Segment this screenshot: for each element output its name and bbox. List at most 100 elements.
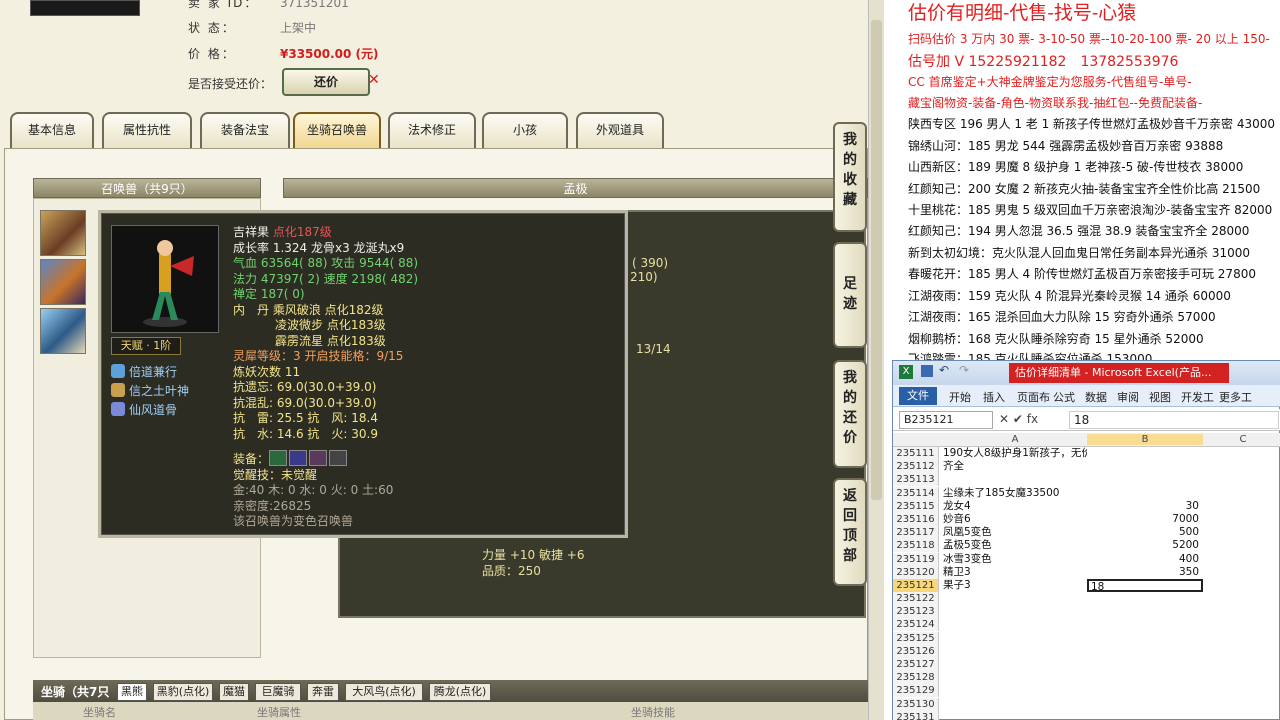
row-number[interactable]: 235111 <box>893 447 939 460</box>
tab-spell-mods[interactable]: 法术修正 <box>388 112 476 148</box>
cell-a[interactable]: 龙女4 <box>943 500 1087 513</box>
cell-b[interactable]: 500 <box>1087 526 1203 539</box>
mount-tab[interactable]: 黑熊 <box>117 683 147 701</box>
undo-icon[interactable]: ↶ <box>939 363 949 377</box>
tab-attributes[interactable]: 属性抗性 <box>102 112 192 148</box>
tab-children[interactable]: 小孩 <box>482 112 568 148</box>
vertical-scrollbar[interactable] <box>868 0 884 720</box>
formula-controls-icon[interactable]: ✕ ✔ fx <box>999 412 1038 426</box>
row-number[interactable]: 235119 <box>893 552 939 566</box>
column-header-b[interactable]: B <box>1087 434 1203 445</box>
row-number[interactable]: 235113 <box>893 473 939 487</box>
row-number[interactable]: 235121 <box>893 578 939 592</box>
pet-thumbnail[interactable] <box>40 210 86 256</box>
row-number[interactable]: 235115 <box>893 499 939 513</box>
cell-a[interactable]: 妙音6 <box>943 513 1087 526</box>
tab-equipment[interactable]: 装备法宝 <box>200 112 290 148</box>
cell-b[interactable]: 7000 <box>1087 513 1203 526</box>
column-header-c[interactable]: C <box>1205 434 1280 445</box>
cell-a[interactable]: 凤凰5变色 <box>943 526 1087 539</box>
cell-b[interactable]: 5200 <box>1087 539 1203 552</box>
side-button-my-offers[interactable]: 我的还价 <box>833 360 867 468</box>
equip-slot-icon[interactable] <box>269 450 288 466</box>
sheet-row: 235125 <box>893 631 1280 645</box>
role-avatar <box>30 0 140 16</box>
pet-note: 该召唤兽为变色召唤兽 <box>233 514 354 528</box>
cell-a[interactable]: 冰雪3变色 <box>943 553 1087 566</box>
pet-lingxi: 灵犀等级：3 开启技能格：9/15 <box>233 349 404 363</box>
tab-appearance[interactable]: 外观道具 <box>576 112 664 148</box>
mount-tab[interactable]: 腾龙(点化) <box>429 683 491 701</box>
excel-document-title: 估价详细清单 - Microsoft Excel(产品... <box>1009 363 1229 383</box>
row-number[interactable]: 235114 <box>893 486 939 500</box>
pet-skill[interactable]: 倍道兼行 <box>111 363 177 380</box>
pet-thumbnail[interactable] <box>40 308 86 354</box>
ribbon-tab[interactable]: 视图 <box>1149 389 1171 405</box>
cell-a[interactable]: 精卫3 <box>943 566 1087 579</box>
ribbon-tab[interactable]: 开始 <box>949 389 971 405</box>
ribbon-tab[interactable]: 审阅 <box>1117 389 1139 405</box>
cell-a[interactable]: 果子3 <box>943 579 1087 592</box>
equip-slot-icon[interactable] <box>289 450 308 466</box>
ribbon-tab[interactable]: 页面布 <box>1017 389 1050 405</box>
counter-offer-button[interactable]: 还价 <box>282 68 370 96</box>
mount-tab[interactable]: 魔猫 <box>219 683 249 701</box>
row-number[interactable]: 235130 <box>893 697 939 711</box>
cell-a[interactable]: 齐全 <box>943 460 1087 473</box>
cell-b[interactable]: 18 <box>1087 578 1203 593</box>
row-number[interactable]: 235123 <box>893 605 939 619</box>
pet-thumbnail[interactable] <box>40 259 86 305</box>
pet-skill[interactable]: 仙风道骨 <box>111 401 177 418</box>
row-number[interactable]: 235126 <box>893 644 939 658</box>
listing-line: 十里桃花：185 男鬼 5 级双回血千万亲密浪淘沙-装备宝宝齐 82000 <box>908 203 1273 217</box>
mount-tab[interactable]: 奔雷 <box>307 683 339 701</box>
row-number[interactable]: 235117 <box>893 526 939 540</box>
listing-line: 江湖夜雨：159 克火队 4 阶混异光秦岭灵猴 14 通杀 60000 <box>908 289 1231 303</box>
ribbon-tab[interactable]: 插入 <box>983 389 1005 405</box>
seller-value: 371351201 <box>280 0 349 10</box>
equip-slot-icon[interactable] <box>329 450 348 466</box>
formula-input[interactable]: 18 <box>1069 411 1279 429</box>
seller-row: 卖 家 ID： 371351201 <box>188 0 349 11</box>
row-number[interactable]: 235120 <box>893 565 939 579</box>
mount-tab[interactable]: 黑豹(点化) <box>153 683 213 701</box>
tab-mounts-pets[interactable]: 坐骑召唤兽 <box>293 112 381 148</box>
mount-tab[interactable]: 巨魔骑 <box>255 683 301 701</box>
ribbon-tab[interactable]: 更多工 <box>1219 389 1252 405</box>
mount-tab[interactable]: 大风鸟(点化) <box>345 683 423 701</box>
row-number[interactable]: 235122 <box>893 592 939 606</box>
side-button-history[interactable]: 足迹 <box>833 242 867 348</box>
tab-basic-info[interactable]: 基本信息 <box>10 112 94 148</box>
row-number[interactable]: 235124 <box>893 618 939 632</box>
name-box[interactable]: B235121 <box>899 411 993 429</box>
row-number[interactable]: 235112 <box>893 460 939 474</box>
scrollbar-thumb[interactable] <box>871 20 882 500</box>
cell-a[interactable]: 孟极5变色 <box>943 539 1087 552</box>
cell-b[interactable]: 30 <box>1087 500 1203 513</box>
ribbon-tab[interactable]: 数据 <box>1085 389 1107 405</box>
side-button-label: 足迹 <box>843 276 857 312</box>
cell-a[interactable]: 尘缘未了185女魔33500 <box>943 487 1087 500</box>
cell-a[interactable]: 190女人8级护身1新孩子，无价白骨强毒克水，装备 <box>943 447 1087 460</box>
pet-skill[interactable]: 信之土叶神 <box>111 382 189 399</box>
row-number[interactable]: 235118 <box>893 539 939 553</box>
sheet-grid[interactable]: 235111 190女人8级护身1新孩子，无价白骨强毒克水，装备 235112 齐全 2… <box>893 447 1280 720</box>
file-menu[interactable]: 文件 <box>899 387 937 405</box>
ribbon-tab[interactable]: 公式 <box>1053 389 1075 405</box>
side-button-back-to-top[interactable]: 返回顶部 <box>833 478 867 586</box>
redo-icon[interactable]: ↷ <box>959 363 969 377</box>
equip-slot-icon[interactable] <box>309 450 328 466</box>
skill-name: 信之土叶神 <box>129 384 190 398</box>
cell-b[interactable]: 400 <box>1087 553 1203 566</box>
row-number[interactable]: 235116 <box>893 512 939 526</box>
column-header-a[interactable]: A <box>943 434 1087 445</box>
row-number[interactable]: 235131 <box>893 710 939 720</box>
side-button-favorites[interactable]: 我的收藏 <box>833 122 867 232</box>
cell-b[interactable]: 350 <box>1087 566 1203 579</box>
save-icon[interactable] <box>921 365 933 377</box>
row-number[interactable]: 235125 <box>893 631 939 645</box>
row-number[interactable]: 235129 <box>893 684 939 698</box>
row-number[interactable]: 235128 <box>893 671 939 685</box>
ribbon-tab[interactable]: 开发工 <box>1181 389 1214 405</box>
row-number[interactable]: 235127 <box>893 658 939 671</box>
